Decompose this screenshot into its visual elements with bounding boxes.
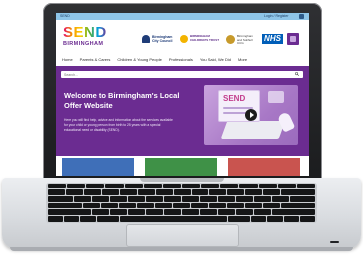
council-crest-icon <box>142 35 150 43</box>
search-icon[interactable] <box>295 72 299 76</box>
search-input[interactable] <box>61 71 294 78</box>
laptop-lip <box>10 247 353 251</box>
childrens-trust-name: BIRMINGHAM CHILDREN'S TRUST <box>190 34 220 42</box>
nav-professionals[interactable]: Professionals <box>169 57 193 64</box>
send-birmingham-logo[interactable]: SEND BIRMINGHAM <box>63 25 107 51</box>
menu-icon[interactable] <box>299 14 304 19</box>
search-bar <box>61 71 303 78</box>
video-card-title: SEND <box>223 94 246 103</box>
nav-more[interactable]: More <box>238 57 247 64</box>
logo-send-text: SEND <box>63 24 107 41</box>
video-card-line <box>223 112 247 114</box>
accessibility-icon[interactable] <box>287 33 299 45</box>
council-name: Birmingham City Council <box>152 35 173 43</box>
laptop-hinge <box>140 178 224 182</box>
nav-home[interactable]: Home <box>62 57 73 64</box>
ccg-logo: Birmingham and Solihull CCG <box>226 34 258 45</box>
video-decoration <box>268 91 284 103</box>
nav-parents-carers[interactable]: Parents & Carers <box>80 57 111 64</box>
category-tiles <box>56 156 309 176</box>
hero-banner: Welcome to Birmingham's Local Offer Webs… <box>56 66 309 156</box>
sun-icon <box>180 35 188 43</box>
top-bar: SEND Login / Register <box>56 13 309 20</box>
power-indicator <box>330 241 339 243</box>
childrens-trust-logo: BIRMINGHAM CHILDREN'S TRUST <box>180 34 222 45</box>
laptop-screen: SEND Login / Register SEND BIRMINGHAM Bi… <box>56 13 309 176</box>
category-tile-green[interactable] <box>145 158 217 176</box>
keyboard <box>48 184 316 223</box>
video-laptop-illustration <box>220 121 286 139</box>
main-nav: Home Parents & Carers Children & Young P… <box>62 57 247 64</box>
trackpad[interactable] <box>126 224 239 247</box>
page-title: Welcome to Birmingham's Local Offer Webs… <box>64 91 180 110</box>
nhs-logo: NHS <box>262 34 283 44</box>
top-bar-link[interactable]: SEND <box>60 14 70 18</box>
birmingham-city-council-logo: Birmingham City Council <box>142 34 176 45</box>
ccg-crest-icon <box>226 35 235 44</box>
intro-video[interactable]: SEND <box>204 85 298 145</box>
nav-you-said-we-did[interactable]: You Said, We Did <box>200 57 231 64</box>
nav-children-young-people[interactable]: Children & Young People <box>117 57 161 64</box>
category-tile-blue[interactable] <box>62 158 134 176</box>
play-icon[interactable] <box>245 109 257 121</box>
login-register-link[interactable]: Login / Register <box>264 14 289 18</box>
ccg-name: Birmingham and Solihull CCG <box>237 34 254 46</box>
intro-text: Here you will find help, advice and info… <box>64 118 173 132</box>
category-tile-red[interactable] <box>228 158 300 176</box>
logo-birmingham-text: BIRMINGHAM <box>63 41 104 47</box>
